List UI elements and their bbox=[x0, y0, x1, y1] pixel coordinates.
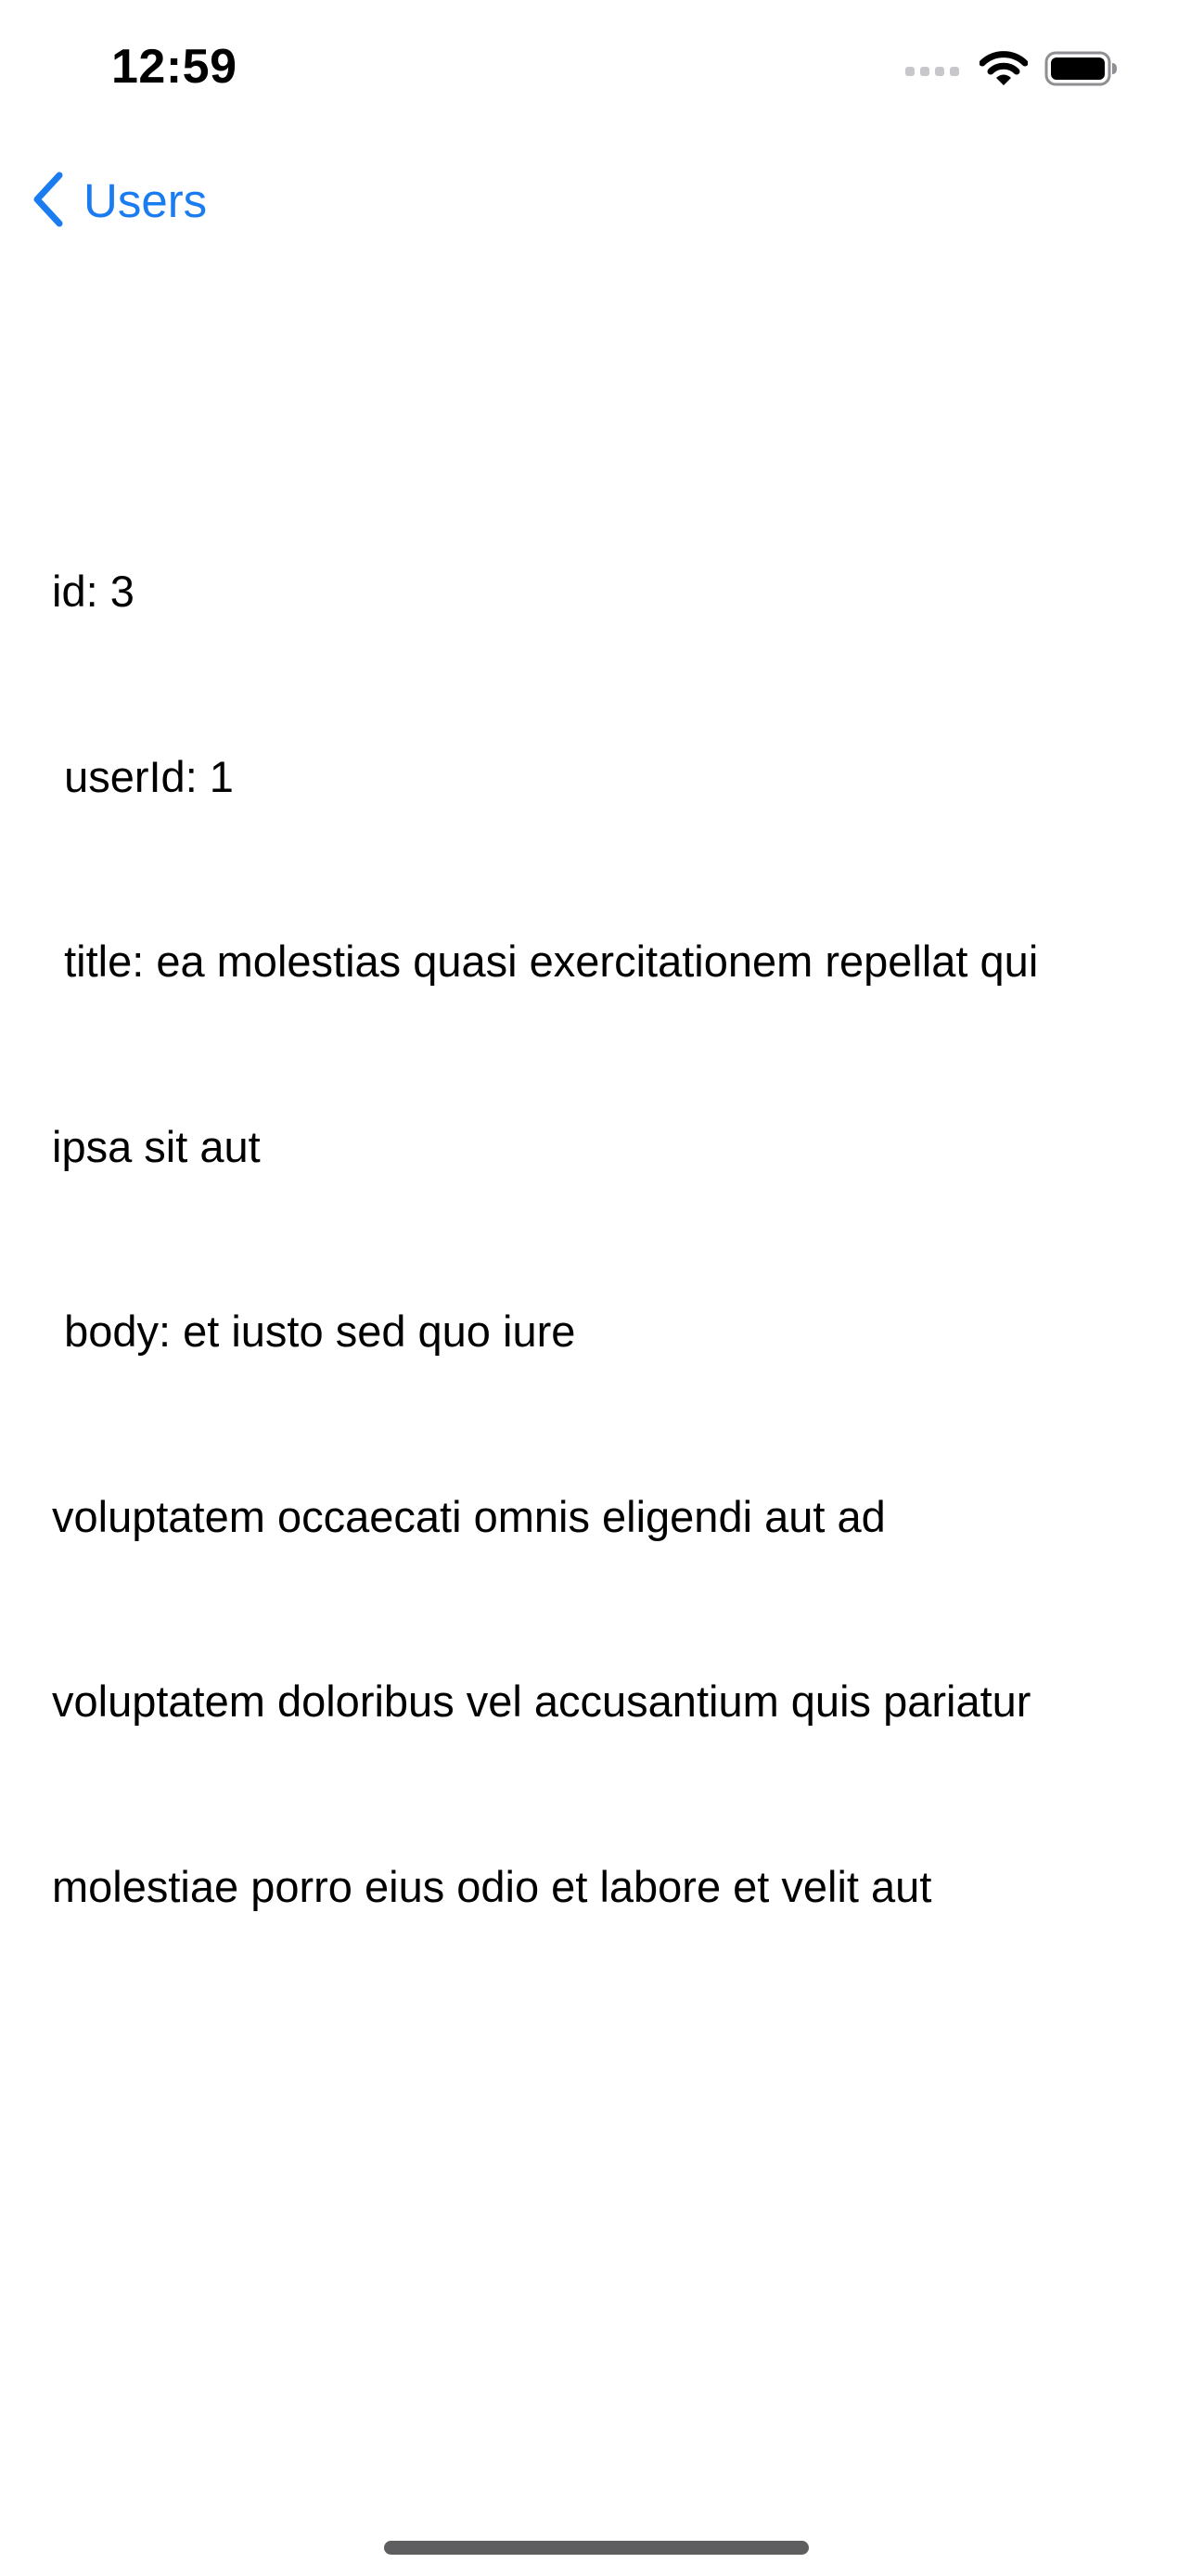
cellular-signal-icon bbox=[903, 59, 963, 78]
detail-line-id: id: 3 bbox=[52, 567, 134, 616]
detail-line-body-continued-2: voluptatem doloribus vel accusantium qui… bbox=[52, 1677, 1031, 1726]
back-button-label: Users bbox=[83, 174, 208, 227]
back-button[interactable]: Users bbox=[32, 159, 207, 243]
chevron-left-icon bbox=[32, 172, 65, 232]
status-icons bbox=[903, 43, 1119, 95]
detail-line-user-id: userId: 1 bbox=[52, 751, 234, 801]
detail-line-body: body: et iusto sed quo iure bbox=[52, 1307, 576, 1356]
home-indicator[interactable] bbox=[384, 2541, 809, 2555]
post-detail-text: id: 3 userId: 1 title: ea molestias quas… bbox=[52, 438, 1146, 1980]
detail-line-body-continued-3: molestiae porro eius odio et labore et v… bbox=[52, 1861, 932, 1911]
status-time: 12:59 bbox=[111, 40, 237, 94]
detail-line-title: title: ea molestias quasi exercitationem… bbox=[52, 937, 1039, 986]
detail-line-body-continued-1: voluptatem occaecati omnis eligendi aut … bbox=[52, 1491, 886, 1541]
detail-line-title-continued: ipsa sit aut bbox=[52, 1121, 261, 1171]
battery-icon bbox=[1044, 50, 1119, 87]
status-bar: 12:59 bbox=[0, 0, 1191, 130]
navigation-bar: Users bbox=[0, 148, 1191, 250]
wifi-icon bbox=[980, 50, 1028, 87]
